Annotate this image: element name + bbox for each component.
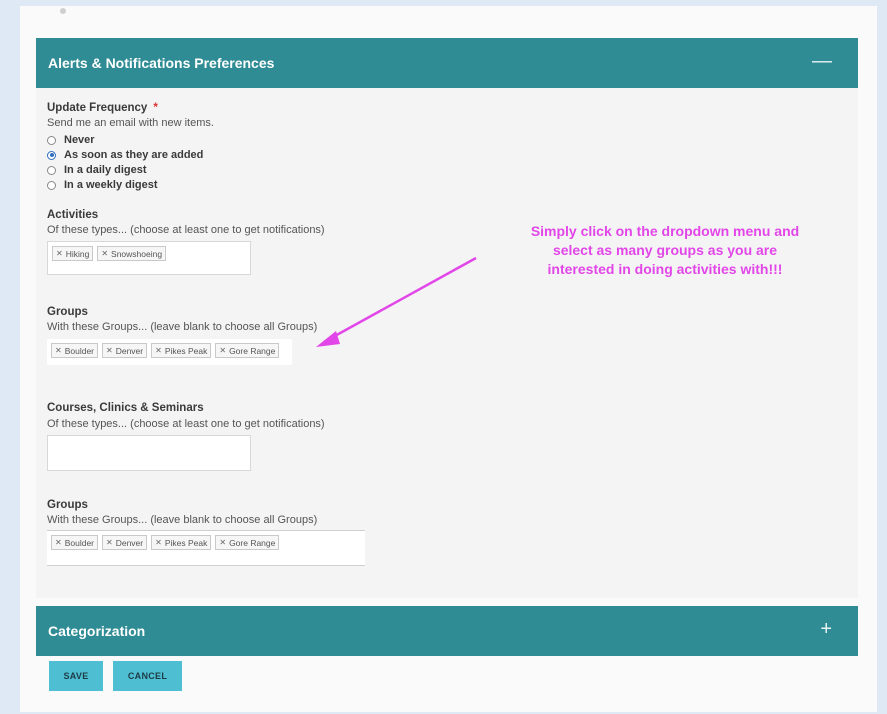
radio-option-as-soon[interactable]: As soon as they are added [47, 149, 203, 161]
scroll-indicator [60, 8, 66, 14]
tag-chip: ✕ Pikes Peak [151, 535, 212, 550]
expand-icon[interactable]: + [820, 618, 832, 641]
radio-button[interactable] [47, 135, 56, 145]
remove-tag-icon[interactable]: ✕ [55, 346, 62, 356]
tag-label: Denver [115, 345, 144, 356]
alerts-panel-title: Alerts & Notifications Preferences [48, 55, 275, 71]
tag-label: Gore Range [229, 537, 276, 548]
groups-label: Groups [47, 306, 88, 318]
tag-label: Hiking [65, 248, 90, 259]
radio-option-daily[interactable]: In a daily digest [47, 164, 147, 176]
tag-label: Denver [115, 537, 144, 548]
categorization-panel-header[interactable]: Categorization + [36, 606, 858, 656]
update-frequency-label: Update Frequency * [47, 102, 158, 114]
radio-label: As soon as they are added [64, 149, 204, 161]
activities-description: Of these types... (choose at least one t… [47, 224, 325, 236]
collapse-icon[interactable]: — [812, 50, 832, 73]
tag-chip: ✕ Boulder [51, 343, 99, 358]
remove-tag-icon[interactable]: ✕ [219, 346, 226, 356]
alerts-panel-header[interactable]: Alerts & Notifications Preferences — [36, 38, 858, 88]
tag-chip: ✕ Denver [102, 535, 148, 550]
previous-section-edge [36, 6, 877, 38]
radio-label: In a daily digest [64, 164, 147, 176]
tag-label: Gore Range [229, 345, 276, 356]
radio-option-weekly[interactable]: In a weekly digest [47, 179, 158, 191]
radio-label: Never [64, 134, 95, 146]
courses-description: Of these types... (choose at least one t… [47, 418, 325, 430]
annotation-line-2: select as many groups as you are [552, 242, 778, 258]
radio-button-selected[interactable] [47, 150, 56, 160]
radio-button[interactable] [47, 165, 56, 175]
courses-multiselect[interactable] [47, 435, 251, 471]
tag-label: Snowshoeing [111, 248, 163, 259]
tag-chip: ✕ Boulder [51, 535, 99, 550]
tag-chip: ✕ Denver [102, 343, 148, 358]
radio-option-never[interactable]: Never [47, 134, 95, 146]
required-marker: * [153, 102, 158, 114]
tag-label: Boulder [64, 345, 95, 356]
activities-label: Activities [47, 209, 99, 221]
activities-multiselect[interactable]: ✕ Hiking ✕ Snowshoeing [47, 241, 251, 275]
tag-chip: ✕ Gore Range [215, 535, 280, 550]
groups-description: With these Groups... (leave blank to cho… [47, 321, 318, 333]
remove-tag-icon[interactable]: ✕ [106, 538, 113, 548]
categorization-panel-title: Categorization [48, 623, 146, 639]
arrow-head [316, 331, 340, 347]
groups-label-2: Groups [47, 499, 88, 511]
update-frequency-description: Send me an email with new items. [47, 117, 214, 129]
annotation-line-1: Simply click on the dropdown menu and [530, 223, 800, 239]
tag-chip: ✕ Snowshoeing [97, 246, 167, 261]
save-button[interactable]: SAVE [49, 661, 103, 691]
arrow-shaft [323, 256, 477, 344]
annotation-arrow-icon [316, 256, 477, 347]
tag-label: Pikes Peak [164, 345, 208, 356]
cancel-button[interactable]: CANCEL [113, 661, 182, 691]
remove-tag-icon[interactable]: ✕ [106, 346, 113, 356]
remove-tag-icon[interactable]: ✕ [56, 249, 63, 259]
annotation-line-3: interested in doing activities with!!! [547, 261, 783, 277]
tag-label: Boulder [64, 537, 95, 548]
groups-multiselect[interactable]: ✕ Boulder ✕ Denver ✕ Pikes Peak ✕ Gore Range [47, 339, 292, 365]
tag-chip: ✕ Gore Range [215, 343, 280, 358]
tag-chip: ✕ Pikes Peak [151, 343, 212, 358]
radio-label: In a weekly digest [64, 179, 158, 191]
remove-tag-icon[interactable]: ✕ [55, 538, 62, 548]
update-frequency-title: Update Frequency [47, 102, 148, 114]
remove-tag-icon[interactable]: ✕ [101, 249, 108, 259]
groups-description-2: With these Groups... (leave blank to cho… [47, 514, 318, 526]
groups-multiselect-2[interactable]: ✕ Boulder ✕ Denver ✕ Pikes Peak ✕ Gore Range [47, 530, 365, 566]
courses-label: Courses, Clinics & Seminars [47, 402, 204, 414]
remove-tag-icon[interactable]: ✕ [219, 538, 226, 548]
instruction-annotation: Simply click on the dropdown menu and se… [475, 222, 855, 279]
radio-button[interactable] [47, 180, 56, 190]
tag-label: Pikes Peak [164, 537, 208, 548]
tag-chip: ✕ Hiking [52, 246, 94, 261]
remove-tag-icon[interactable]: ✕ [155, 346, 162, 356]
remove-tag-icon[interactable]: ✕ [155, 538, 162, 548]
